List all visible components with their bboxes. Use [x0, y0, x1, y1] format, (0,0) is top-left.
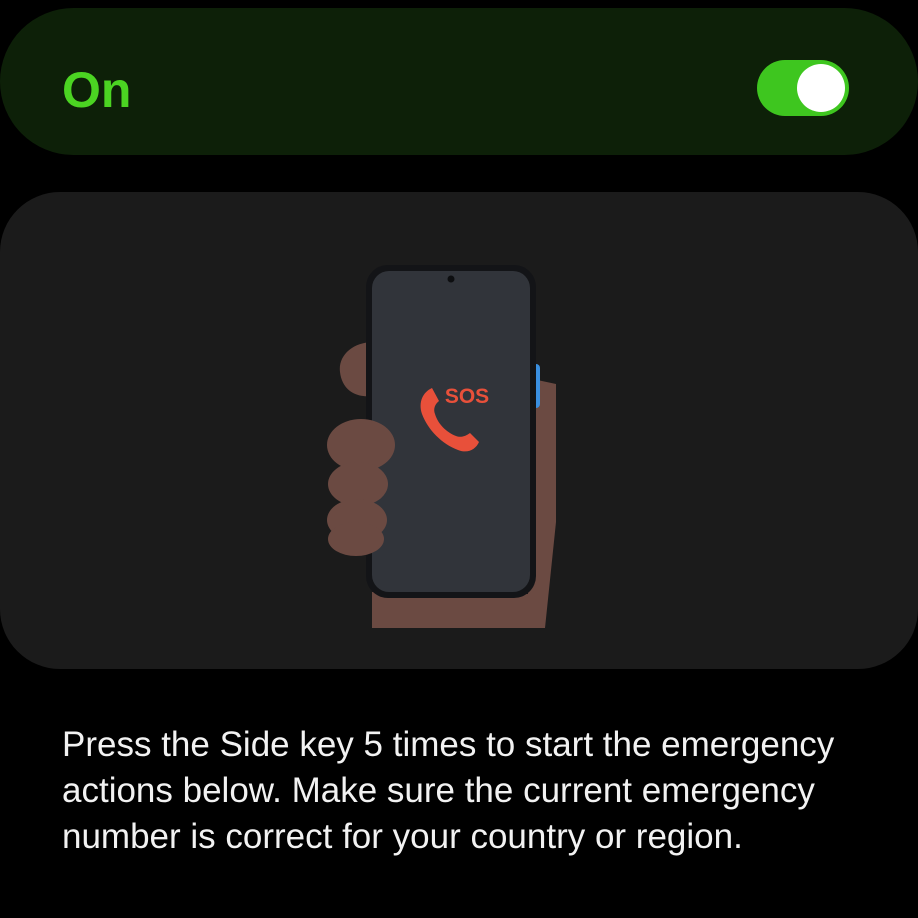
- illustration-card: SOS: [0, 192, 918, 669]
- emergency-sos-settings-page: On SOS Press the Side key 5 times to sta…: [0, 0, 918, 918]
- finger-4: [328, 522, 384, 556]
- front-camera: [447, 275, 455, 283]
- instruction-text: Press the Side key 5 times to start the …: [62, 725, 835, 856]
- master-toggle-switch[interactable]: [757, 60, 849, 116]
- master-switch-label: On: [62, 62, 132, 118]
- phone-screen: [372, 271, 530, 592]
- toggle-thumb: [797, 64, 845, 112]
- sos-screen-label: SOS: [445, 385, 489, 408]
- hand-holding-phone-illustration: SOS: [327, 265, 556, 628]
- master-switch-bar[interactable]: On: [0, 8, 918, 155]
